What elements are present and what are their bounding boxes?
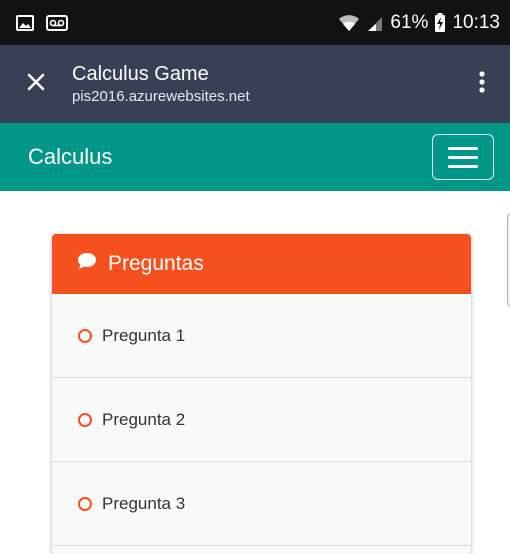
circle-icon [78,328,92,343]
circle-icon [78,496,92,511]
circle-icon [78,412,92,427]
list-item[interactable]: Pregunta 1 [52,294,471,378]
page-title: Calculus Game [72,63,209,85]
comments-icon [76,252,98,276]
app-navbar: Calculus [0,123,510,191]
page-url: pis2016.azurewebsites.net [72,88,250,105]
panel-title: Preguntas [108,252,204,275]
status-bar: 61% 10:13 [0,0,510,45]
battery-charging-icon [434,12,446,33]
clock: 10:13 [452,11,500,33]
panel-heading: Preguntas [52,234,471,294]
close-icon [27,73,45,96]
more-vert-icon [479,70,485,99]
navbar-toggle-button[interactable] [432,134,494,180]
battery-percent: 61% [390,11,429,33]
hamburger-menu-icon [448,146,478,150]
list-item[interactable]: Pregunta 2 [52,378,471,462]
question-label: Pregunta 2 [102,409,186,429]
image-icon [16,14,34,31]
signal-icon [366,14,384,32]
list-item[interactable]: Pregunta 3 [52,462,471,546]
overflow-menu-button[interactable] [454,45,510,123]
browser-toolbar: Calculus Game pis2016.azurewebsites.net [0,45,510,123]
questions-panel: Preguntas Pregunta 1 Pregunta 2 Pregunta… [52,234,471,554]
question-label: Pregunta 3 [102,493,186,513]
voicemail-icon [46,14,68,31]
navbar-brand[interactable]: Calculus [0,144,112,170]
question-label: Pregunta 1 [102,325,186,345]
close-button[interactable] [0,45,72,123]
wifi-icon [338,13,360,33]
